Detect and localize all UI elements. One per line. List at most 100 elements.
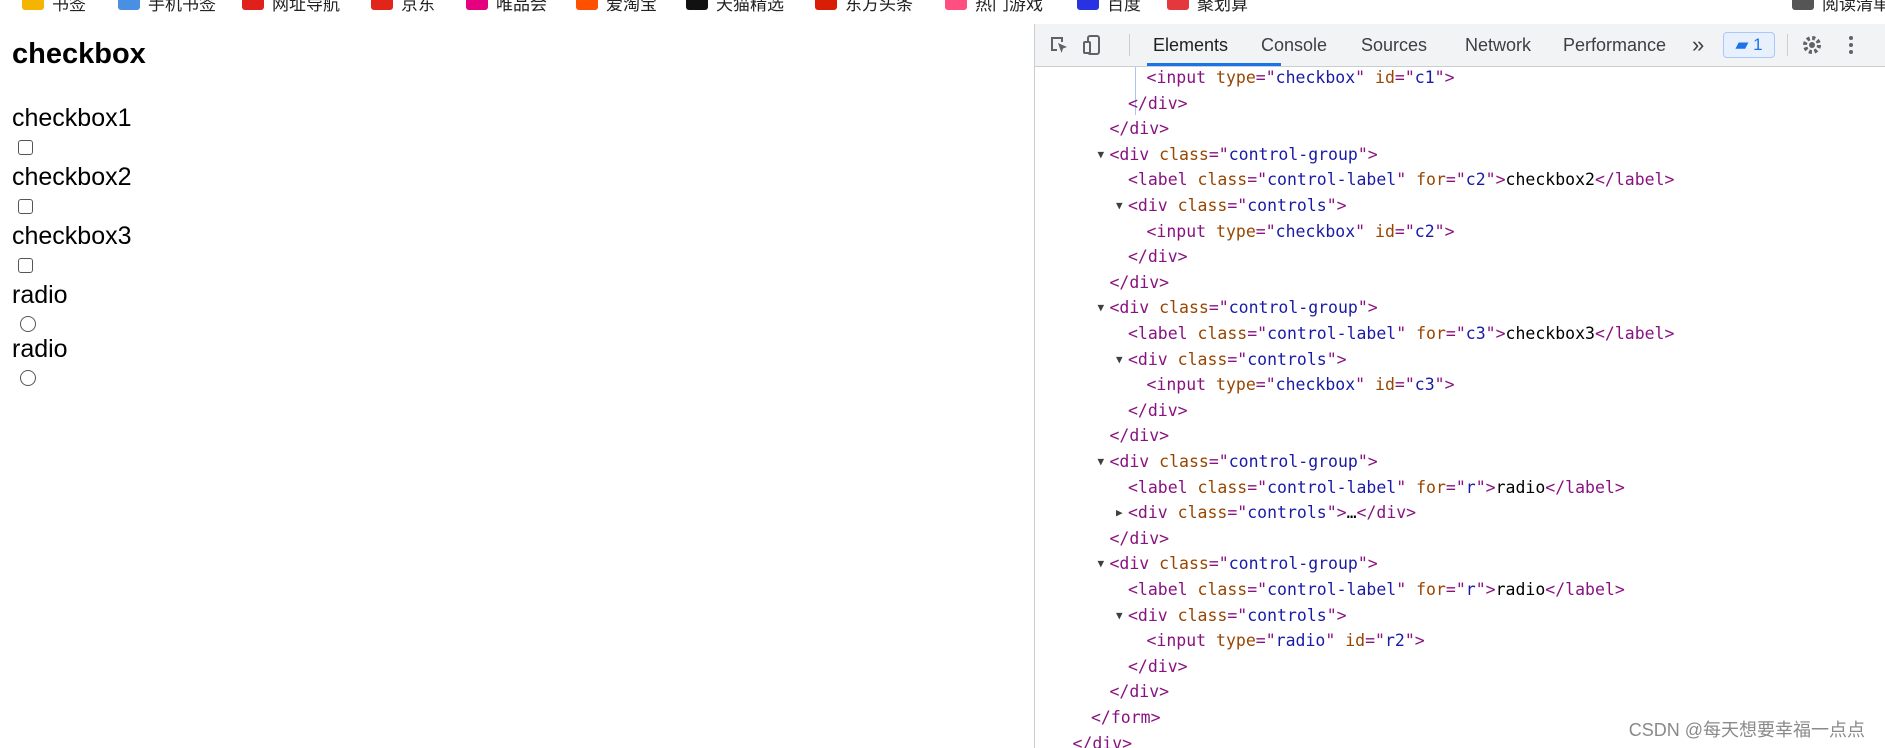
dom-token: for xyxy=(1416,477,1446,497)
dom-token: radio xyxy=(1275,631,1326,651)
dom-token: <label xyxy=(1128,324,1198,343)
dom-node[interactable]: ▼ <div class="controls"> xyxy=(1116,347,1347,372)
dom-node[interactable]: </form> xyxy=(1091,705,1161,730)
dom-node[interactable]: ▼ <div class="control-group"> xyxy=(1098,551,1378,576)
expand-triangle-icon[interactable]: ▼ xyxy=(1098,551,1105,576)
dom-node[interactable]: </div> xyxy=(1110,270,1170,295)
bookmark-item[interactable]: 阅读清单 xyxy=(1792,0,1885,14)
dom-node[interactable]: </div> xyxy=(1128,654,1188,679)
bookmark-item[interactable]: 聚划算 xyxy=(1167,0,1248,14)
dom-token: "> xyxy=(1357,554,1378,574)
dom-node[interactable]: </div> xyxy=(1073,731,1133,748)
dom-node[interactable]: </div> xyxy=(1110,526,1170,551)
dom-token: <div xyxy=(1128,503,1178,523)
bookmark-item[interactable]: 热门游戏 xyxy=(945,0,1043,14)
dom-token: radio xyxy=(1495,580,1546,599)
jd-icon xyxy=(371,0,393,10)
tab-performance[interactable]: Performance xyxy=(1563,24,1666,66)
expand-triangle-icon[interactable]: ▼ xyxy=(1116,603,1123,628)
radio-input[interactable] xyxy=(20,370,36,386)
bookmark-item[interactable]: 手机书签 xyxy=(118,0,216,14)
bookmark-item[interactable]: 京东 xyxy=(371,0,435,14)
dom-node[interactable]: </div> xyxy=(1110,423,1170,448)
dom-token: =" xyxy=(1247,580,1268,599)
dom-token: "> xyxy=(1485,170,1506,190)
dom-node[interactable]: </div> xyxy=(1128,91,1188,116)
bookmark-item[interactable]: 网址导航 xyxy=(242,0,340,14)
dom-node[interactable]: <input type="checkbox" id="c3"> xyxy=(1147,372,1455,397)
checkbox-input[interactable] xyxy=(18,140,33,155)
dom-node[interactable]: <label class="control-label" for="r">rad… xyxy=(1128,577,1625,602)
dom-token: type xyxy=(1216,375,1256,395)
expand-triangle-icon[interactable]: ▼ xyxy=(1116,347,1123,372)
checkbox-input[interactable] xyxy=(18,258,33,273)
gear-icon[interactable] xyxy=(1801,34,1823,56)
dom-node[interactable]: <input type="checkbox" id="c1"> xyxy=(1147,67,1455,90)
dom-node[interactable]: ▼ <div class="control-group"> xyxy=(1098,142,1378,167)
dom-token: input xyxy=(1156,68,1217,87)
more-options-icon[interactable] xyxy=(1840,34,1862,56)
tab-console[interactable]: Console xyxy=(1261,24,1327,66)
bookmark-item[interactable]: 天猫精选 xyxy=(686,0,784,14)
bookmark-item[interactable]: 唯品会 xyxy=(466,0,547,14)
bookmark-item[interactable]: 东方头条 xyxy=(815,0,913,14)
dom-token: "> xyxy=(1434,68,1455,87)
dom-node[interactable]: <label class="control-label" for="c2">ch… xyxy=(1128,167,1674,192)
reading-list-icon xyxy=(1792,0,1814,10)
dom-token: =" xyxy=(1227,605,1248,625)
dom-node[interactable]: <label class="control-label" for="c3">ch… xyxy=(1128,321,1674,346)
dom-token: control-label xyxy=(1267,477,1397,497)
dom-node[interactable]: </div> xyxy=(1128,398,1188,423)
control-label: radio xyxy=(12,335,68,363)
dom-node[interactable]: </div> xyxy=(1110,679,1170,704)
taobao-icon xyxy=(576,0,598,10)
bookmark-item[interactable]: 爱淘宝 xyxy=(576,0,657,14)
dom-node[interactable]: ▼ <div class="controls"> xyxy=(1116,603,1347,628)
tab-network[interactable]: Network xyxy=(1465,24,1531,66)
toolbar-separator xyxy=(1129,34,1130,56)
dom-token: </div> xyxy=(1072,733,1133,748)
expand-triangle-icon[interactable]: ▼ xyxy=(1116,193,1123,218)
dom-node[interactable]: <label class="control-label" for="r">rad… xyxy=(1128,475,1625,500)
more-tabs-button[interactable]: » xyxy=(1692,24,1704,66)
dom-token: </label> xyxy=(1545,477,1625,497)
dom-token: "> xyxy=(1326,605,1347,625)
dom-node[interactable]: </div> xyxy=(1110,116,1170,141)
dom-token: </div> xyxy=(1356,503,1417,523)
issues-count: 1 xyxy=(1753,35,1763,54)
bookmark-item[interactable]: 书签 xyxy=(22,0,86,14)
dom-token: class xyxy=(1159,554,1209,574)
dom-token: " xyxy=(1396,170,1417,190)
dom-node[interactable]: </div> xyxy=(1128,244,1188,269)
dom-token: =" xyxy=(1255,68,1276,87)
dom-node[interactable]: <input type="radio" id="r2"> xyxy=(1147,628,1425,653)
tab-elements[interactable]: Elements xyxy=(1153,24,1228,66)
dom-node[interactable]: <input type="checkbox" id="c2"> xyxy=(1147,219,1455,244)
dom-node[interactable]: ▶ <div class="controls">…</div> xyxy=(1116,500,1417,525)
watermark: CSDN @每天想要幸福一点点 xyxy=(1628,716,1865,742)
dom-node[interactable]: ▼ <div class="control-group"> xyxy=(1098,295,1378,320)
dom-token: "> xyxy=(1404,631,1425,651)
dom-node[interactable]: ▼ <div class="controls"> xyxy=(1116,193,1347,218)
bookmark-item[interactable]: 百度 xyxy=(1077,0,1141,14)
tab-sources[interactable]: Sources xyxy=(1361,24,1427,66)
dom-token: checkbox xyxy=(1275,221,1356,241)
checkbox-input[interactable] xyxy=(18,199,33,214)
expand-triangle-icon[interactable]: ▼ xyxy=(1098,142,1105,167)
dom-node[interactable]: ▼ <div class="control-group"> xyxy=(1098,449,1378,474)
device-toolbar-icon[interactable] xyxy=(1081,34,1103,56)
expand-triangle-icon[interactable]: ▼ xyxy=(1098,449,1105,474)
dom-token: for xyxy=(1416,580,1446,599)
dom-token: =" xyxy=(1255,375,1276,395)
dom-token: control-label xyxy=(1267,324,1397,343)
inspect-element-icon[interactable] xyxy=(1048,34,1070,56)
dom-token: =" xyxy=(1208,298,1229,318)
expand-triangle-icon[interactable]: ▼ xyxy=(1098,295,1105,320)
dom-token: </div> xyxy=(1128,400,1188,420)
radio-input[interactable] xyxy=(20,316,36,332)
dom-token: controls xyxy=(1247,503,1327,523)
news-icon xyxy=(815,0,837,10)
issues-badge[interactable]: ▰ 1 xyxy=(1723,32,1775,58)
collapse-triangle-icon[interactable]: ▶ xyxy=(1116,500,1123,525)
dom-token: "> xyxy=(1326,349,1347,369)
